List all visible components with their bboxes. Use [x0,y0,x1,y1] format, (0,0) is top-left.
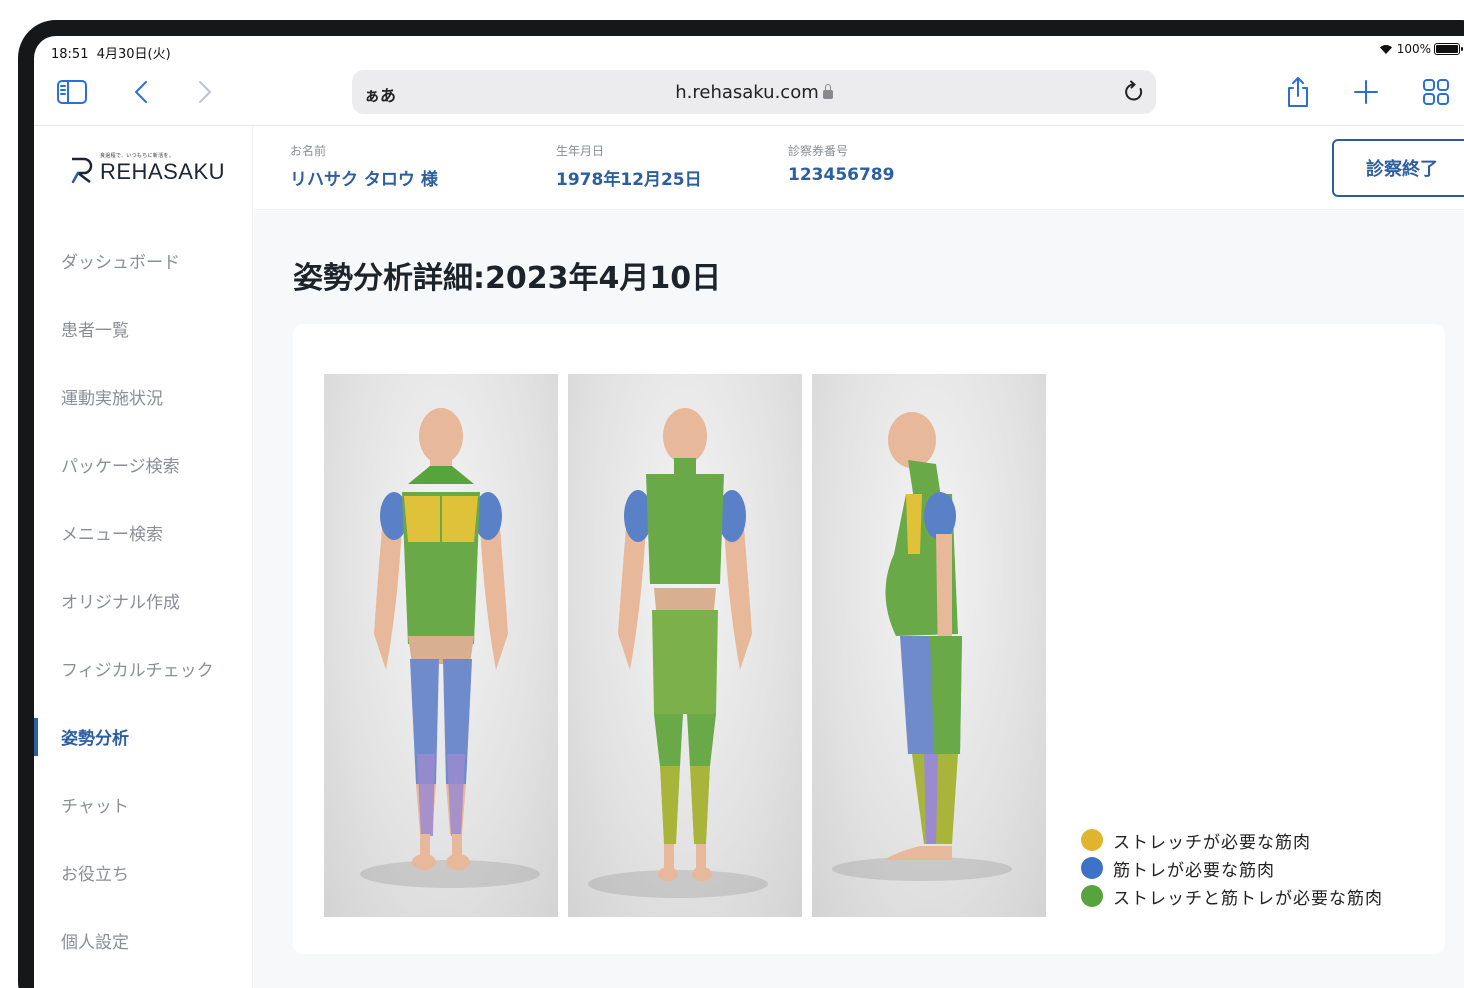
sidebar-nav: ダッシュボード 患者一覧 運動実施状況 パッケージ検索 メニュー検索 オリジナル… [34,226,253,974]
status-date: 4月30日(火) [96,47,171,62]
front-view-image [324,374,558,917]
legend-item-strength: 筋トレが必要な筋肉 [1081,854,1383,882]
share-button[interactable] [1280,74,1316,110]
sidebar-item-menu-search[interactable]: メニュー検索 [34,498,253,566]
end-consultation-button[interactable]: 診察終了 [1332,139,1464,197]
page-title: 姿勢分析詳細:2023年4月10日 [293,261,722,296]
legend-item-both: ストレッチと筋トレが必要な筋肉 [1081,882,1383,910]
url-text: h.rehasaku.com [352,82,1156,103]
status-indicators: 100% [1378,42,1463,56]
tabs-overview-button[interactable] [1418,74,1454,110]
new-tab-icon [1354,80,1378,104]
tabs-icon [1423,79,1449,105]
new-tab-button[interactable] [1348,74,1384,110]
logo-tagline: 良過程で、いつもちに新活を。 [100,153,175,159]
sidebar-item-chat[interactable]: チャット [34,770,253,838]
sidebar-item-exercise-status[interactable]: 運動実施状況 [34,362,253,430]
legend-dot-blue [1081,857,1103,879]
logo-wordmark: REHASAKU [100,159,226,184]
rehasaku-logo[interactable]: 良過程で、いつもちに新活を。 REHASAKU [68,152,225,184]
back-icon [135,81,147,103]
legend-label-stretch: ストレッチが必要な筋肉 [1113,832,1311,853]
battery-percent: 100% [1396,42,1431,56]
legend-label-both: ストレッチと筋トレが必要な筋肉 [1113,888,1383,909]
sidebar-item-patient-list[interactable]: 患者一覧 [34,294,253,362]
lock-icon [822,84,833,99]
side-view-image [812,374,1046,917]
patient-card-field: 診察券番号 123456789 [788,142,894,185]
address-bar[interactable]: ぁあ h.rehasaku.com [352,70,1156,114]
wifi-icon [1379,45,1392,54]
url-value: h.rehasaku.com [675,82,819,103]
battery-icon [1434,43,1463,55]
screen: 18:51 4月30日(火) 100% ぁあ h.rehasaku.com 良過… [34,36,1464,988]
sidebar-item-dashboard[interactable]: ダッシュボード [34,226,253,294]
reload-button[interactable] [1122,80,1146,104]
logo-text-wrap: 良過程で、いつもちに新活を。 REHASAKU [100,152,225,183]
share-icon [1288,77,1308,107]
main-content: 姿勢分析詳細:2023年4月10日 ストレッチが必要な筋肉 筋トレが必要な筋肉 … [254,211,1464,988]
legend: ストレッチが必要な筋肉 筋トレが必要な筋肉 ストレッチと筋トレが必要な筋肉 [1081,826,1383,910]
forward-icon [199,81,211,103]
patient-name-field: お名前 リハサク タロウ 様 [290,142,438,190]
back-button[interactable] [124,74,160,110]
patient-card-label: 診察券番号 [788,144,849,158]
patient-dob-label: 生年月日 [556,144,605,158]
forward-button[interactable] [186,74,222,110]
patient-card-value: 123456789 [788,165,895,185]
legend-dot-green [1081,885,1103,907]
posture-analysis-card: ストレッチが必要な筋肉 筋トレが必要な筋肉 ストレッチと筋トレが必要な筋肉 [293,324,1445,954]
browser-toolbar: ぁあ h.rehasaku.com [34,64,1464,126]
back-view-image [568,374,802,917]
sidebar-item-personal-settings[interactable]: 個人設定 [34,906,253,974]
patient-dob-value: 1978年12月25日 [556,170,702,190]
sidebar-item-package-search[interactable]: パッケージ検索 [34,430,253,498]
status-bar: 18:51 4月30日(火) 100% [34,36,1464,64]
patient-name-value: リハサク タロウ 様 [290,170,438,190]
logo-mark-icon [68,153,98,184]
status-clock: 18:51 [51,47,89,62]
sidebar-item-useful-info[interactable]: お役立ち [34,838,253,906]
reload-icon [1125,80,1143,101]
patient-dob-field: 生年月日 1978年12月25日 [556,142,702,190]
legend-item-stretch: ストレッチが必要な筋肉 [1081,826,1383,854]
sidebar-item-original-create[interactable]: オリジナル作成 [34,566,253,634]
patient-name-label: お名前 [290,144,327,158]
status-time: 18:51 4月30日(火) [51,43,171,62]
sidebar-item-physical-check[interactable]: フィジカルチェック [34,634,253,702]
sidebar-toggle-button[interactable] [54,74,90,110]
patient-header: お名前 リハサク タロウ 様 生年月日 1978年12月25日 診察券番号 12… [254,126,1464,210]
sidebar-item-posture-analysis[interactable]: 姿勢分析 [34,702,253,770]
sidebar-icon [57,80,87,104]
legend-dot-yellow [1081,829,1103,851]
sidebar: 良過程で、いつもちに新活を。 REHASAKU ダッシュボード 患者一覧 運動実… [34,126,253,988]
legend-label-strength: 筋トレが必要な筋肉 [1113,860,1275,881]
